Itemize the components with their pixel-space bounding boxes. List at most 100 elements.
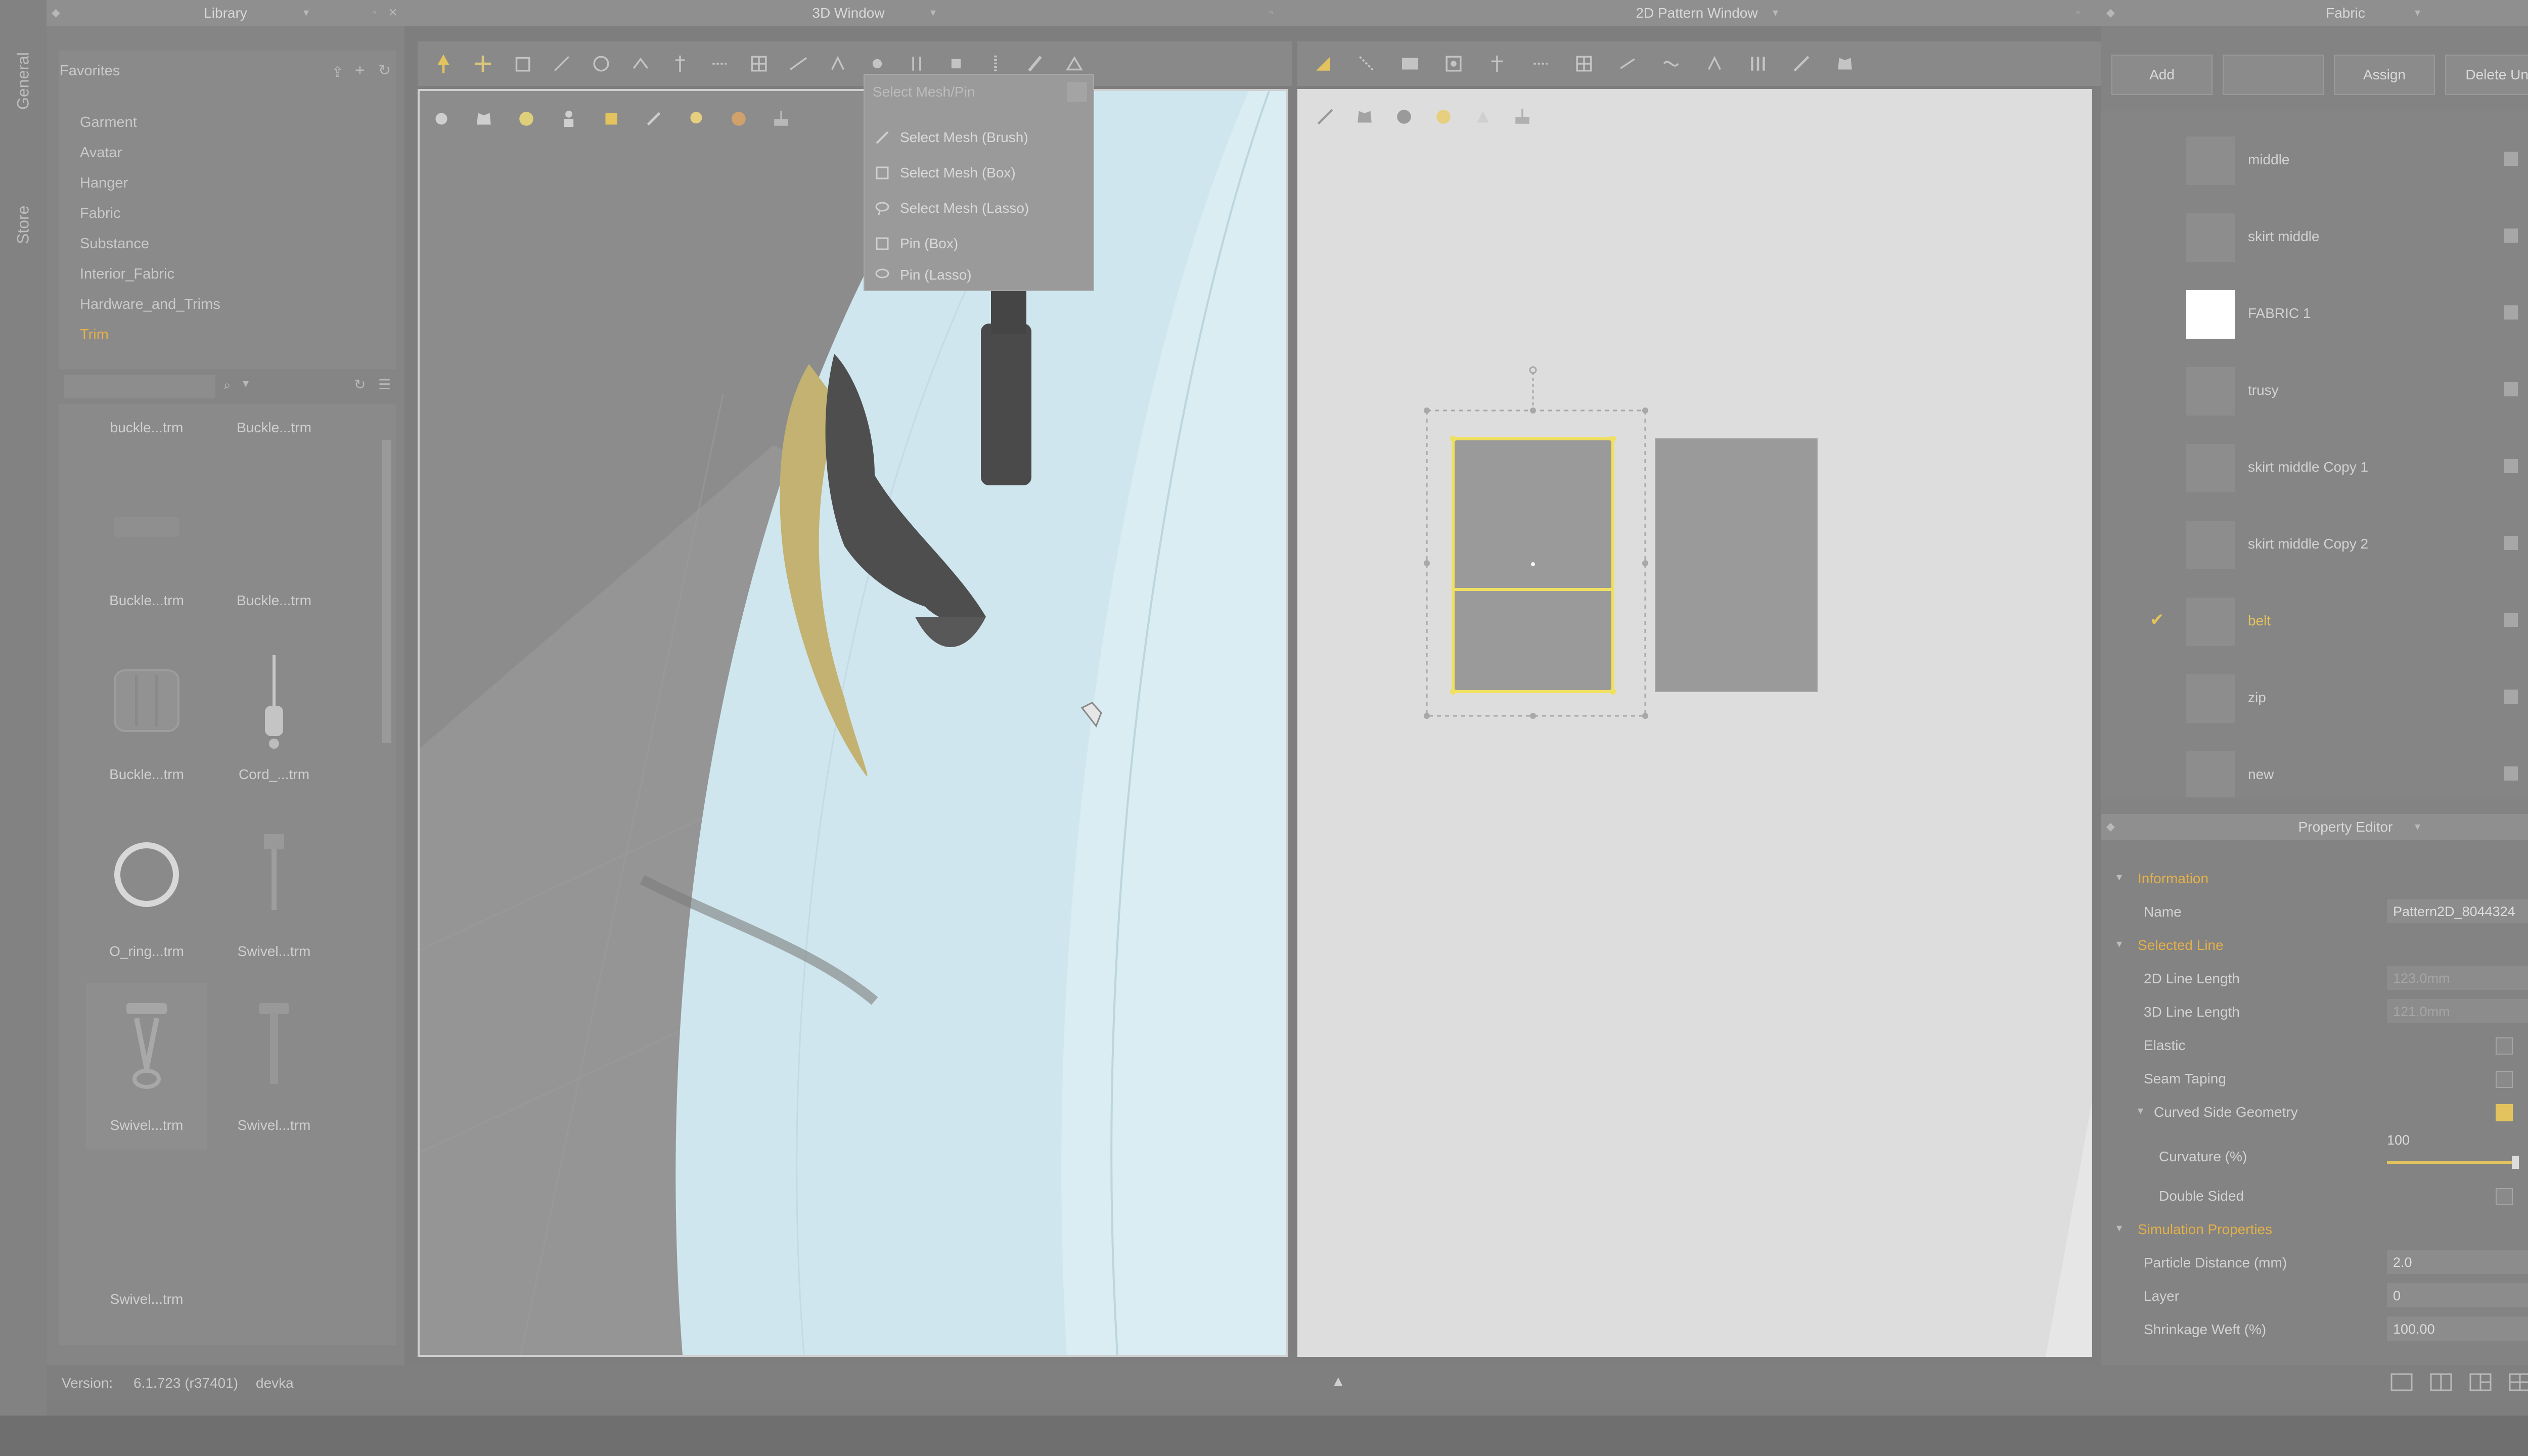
category-hardware-and-trims[interactable]: Hardware_and_Trims: [80, 296, 220, 313]
library-item[interactable]: Swivel...trm: [213, 809, 335, 976]
chevron-down-icon[interactable]: ▾: [930, 6, 936, 19]
double-sided-checkbox[interactable]: [2496, 1188, 2513, 1205]
refresh-icon[interactable]: ↻: [378, 62, 391, 79]
display-icon[interactable]: [427, 104, 456, 133]
pin-tool-icon[interactable]: [665, 49, 695, 78]
refresh-icon[interactable]: ↻: [354, 376, 366, 393]
pattern-info-icon[interactable]: [1389, 102, 1419, 131]
section-selected-line[interactable]: ▾ Selected Line: [2101, 930, 2528, 961]
segment-sew-icon[interactable]: [1613, 49, 1642, 78]
arrange-icon[interactable]: [586, 49, 616, 78]
transform-pattern-icon[interactable]: [1308, 49, 1338, 78]
add-fabric-button[interactable]: Add: [2111, 55, 2213, 95]
tab-store[interactable]: Store: [0, 182, 47, 268]
chevron-down-icon[interactable]: ▾: [303, 6, 309, 19]
transform-icon[interactable]: [468, 49, 498, 78]
export-icon[interactable]: [766, 104, 796, 133]
close-icon[interactable]: ✕: [388, 6, 397, 19]
save-icon[interactable]: [2501, 610, 2521, 630]
line-tool-icon[interactable]: [547, 49, 576, 78]
internal-shape-icon[interactable]: [1482, 49, 1512, 78]
fabric-item[interactable]: new: [2101, 736, 2528, 797]
avatar-icon[interactable]: [554, 104, 583, 133]
grid-icon[interactable]: [1569, 49, 1599, 78]
assign-fabric-button[interactable]: Assign: [2334, 55, 2435, 95]
save-icon[interactable]: [2501, 763, 2521, 784]
slider-handle[interactable]: [2512, 1156, 2519, 1169]
pattern-grade-icon[interactable]: [1468, 102, 1498, 131]
tack-icon[interactable]: [1700, 49, 1729, 78]
polygon-icon[interactable]: [1439, 49, 1468, 78]
fabric-item[interactable]: FABRIC 1: [2101, 275, 2528, 351]
seam-taping-checkbox[interactable]: [2496, 1071, 2513, 1088]
grid-icon[interactable]: [744, 49, 774, 78]
menu-item-select-mesh-lasso[interactable]: Select Mesh (Lasso): [874, 192, 1087, 224]
fabric-item[interactable]: trusy: [2101, 352, 2528, 428]
free-sew-icon[interactable]: [1656, 49, 1686, 78]
light-icon[interactable]: [682, 104, 711, 133]
layer-field[interactable]: 0: [2387, 1283, 2528, 1307]
save-icon[interactable]: [2501, 149, 2521, 169]
fabric-item[interactable]: middle: [2101, 121, 2528, 197]
float-icon[interactable]: ▫: [1269, 6, 1273, 19]
category-fabric[interactable]: Fabric: [80, 205, 121, 222]
chevron-down-icon[interactable]: ▾: [243, 376, 249, 391]
pin-icon[interactable]: ◆: [52, 6, 60, 19]
layout-three-icon[interactable]: [2468, 1370, 2493, 1394]
section-simulation-properties[interactable]: ▾ Simulation Properties: [2101, 1214, 2528, 1245]
category-trim[interactable]: Trim: [80, 327, 109, 343]
elastic-checkbox[interactable]: [2496, 1037, 2513, 1055]
library-item[interactable]: Buckle...trm: [86, 461, 207, 628]
save-icon[interactable]: [2501, 456, 2521, 476]
section-information[interactable]: ▾ Information: [2101, 863, 2528, 894]
skin-icon[interactable]: [724, 104, 753, 133]
pin-icon[interactable]: ◆: [2106, 820, 2115, 833]
curved-side-geometry-checkbox[interactable]: [2496, 1104, 2513, 1121]
category-garment[interactable]: Garment: [80, 114, 137, 131]
chevron-down-icon[interactable]: ▾: [2415, 6, 2420, 19]
edit-point-icon[interactable]: [1352, 49, 1381, 78]
layout-single-icon[interactable]: [2389, 1370, 2414, 1394]
pattern-shirt-icon[interactable]: [1350, 102, 1379, 131]
library-item[interactable]: Swivel...trm: [86, 983, 207, 1150]
chevron-down-icon[interactable]: ▾: [1773, 6, 1778, 19]
chevron-down-icon[interactable]: ▾: [2415, 820, 2420, 833]
dart-icon[interactable]: [1526, 49, 1555, 78]
garment-fit-icon[interactable]: [1830, 49, 1860, 78]
pattern-display-icon[interactable]: [1311, 102, 1340, 131]
fabric-item-selected[interactable]: ✔ belt: [2101, 582, 2528, 658]
chevron-down-icon[interactable]: ▾: [2138, 1104, 2143, 1117]
curvature-slider[interactable]: [2387, 1161, 2513, 1164]
library-item[interactable]: Buckle...trm: [86, 635, 207, 802]
pleat-icon[interactable]: [1743, 49, 1773, 78]
rectangle-icon[interactable]: [1395, 49, 1425, 78]
pin-icon[interactable]: ◆: [2106, 6, 2115, 19]
garment-icon[interactable]: [469, 104, 499, 133]
measure-icon[interactable]: [784, 49, 813, 78]
category-hanger[interactable]: Hanger: [80, 175, 128, 192]
menu-item-pin-lasso[interactable]: Pin (Lasso): [874, 259, 1087, 291]
expand-up-icon[interactable]: ▲: [1331, 1373, 1346, 1390]
shrinkage-weft-field[interactable]: 100.00: [2387, 1316, 2528, 1341]
category-substance[interactable]: Substance: [80, 236, 149, 252]
window2d-viewport[interactable]: [1297, 89, 2092, 1357]
save-icon[interactable]: [2501, 379, 2521, 399]
save-icon[interactable]: [2501, 225, 2521, 246]
add-icon[interactable]: +: [355, 61, 365, 80]
save-icon[interactable]: [2501, 302, 2521, 323]
scrollbar[interactable]: [382, 440, 391, 743]
fabric-icon[interactable]: [597, 104, 626, 133]
fabric-item[interactable]: skirt middle: [2101, 198, 2528, 274]
seamline-icon[interactable]: [1787, 49, 1816, 78]
fabric-item[interactable]: skirt middle Copy 2: [2101, 506, 2528, 581]
fold-icon[interactable]: [626, 49, 655, 78]
select-move-icon[interactable]: [429, 49, 458, 78]
save-icon[interactable]: [2501, 687, 2521, 707]
upload-icon[interactable]: ⇪: [332, 64, 343, 80]
layout-quad-icon[interactable]: [2508, 1370, 2528, 1394]
select-mesh-icon[interactable]: [823, 49, 852, 78]
menu-item-pin-box[interactable]: Pin (Box): [874, 228, 1087, 260]
category-avatar[interactable]: Avatar: [80, 145, 122, 161]
box-select-icon[interactable]: [508, 49, 537, 78]
library-item[interactable]: Swivel...trm: [213, 983, 335, 1150]
